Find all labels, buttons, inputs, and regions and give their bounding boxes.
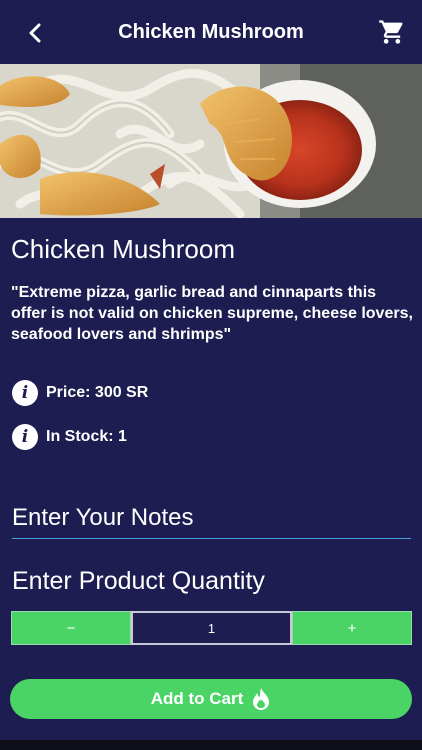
back-button[interactable]: [20, 18, 50, 48]
product-image: [0, 64, 422, 218]
product-detail-screen: Chicken Mushroom Chicken Mushroom "Extre…: [0, 0, 422, 750]
info-icon: i: [12, 380, 38, 406]
quantity-stepper: − 1 +: [11, 611, 412, 645]
flame-icon: [253, 688, 270, 710]
price-text: Price: 300 SR: [46, 384, 149, 401]
cart-button[interactable]: [376, 16, 408, 48]
top-app-bar: Chicken Mushroom: [0, 0, 422, 64]
stock-row: i In Stock: 1: [12, 424, 127, 450]
quantity-value[interactable]: 1: [131, 611, 292, 645]
chevron-left-icon: [29, 23, 41, 43]
page-title: Chicken Mushroom: [118, 20, 304, 43]
stock-text: In Stock: 1: [46, 428, 127, 445]
shopping-cart-icon: [379, 20, 403, 44]
notes-input[interactable]: [12, 498, 411, 539]
product-name: Chicken Mushroom: [11, 234, 235, 264]
product-description: "Extreme pizza, garlic bread and cinnapa…: [11, 284, 413, 343]
add-to-cart-button[interactable]: Add to Cart: [10, 679, 412, 719]
info-icon: i: [12, 424, 38, 450]
quantity-label: Enter Product Quantity: [12, 567, 265, 595]
bottom-bar: [0, 740, 422, 750]
decrement-button[interactable]: −: [11, 611, 131, 645]
add-to-cart-label: Add to Cart: [150, 689, 244, 708]
increment-button[interactable]: +: [292, 611, 412, 645]
price-row: i Price: 300 SR: [12, 380, 148, 406]
